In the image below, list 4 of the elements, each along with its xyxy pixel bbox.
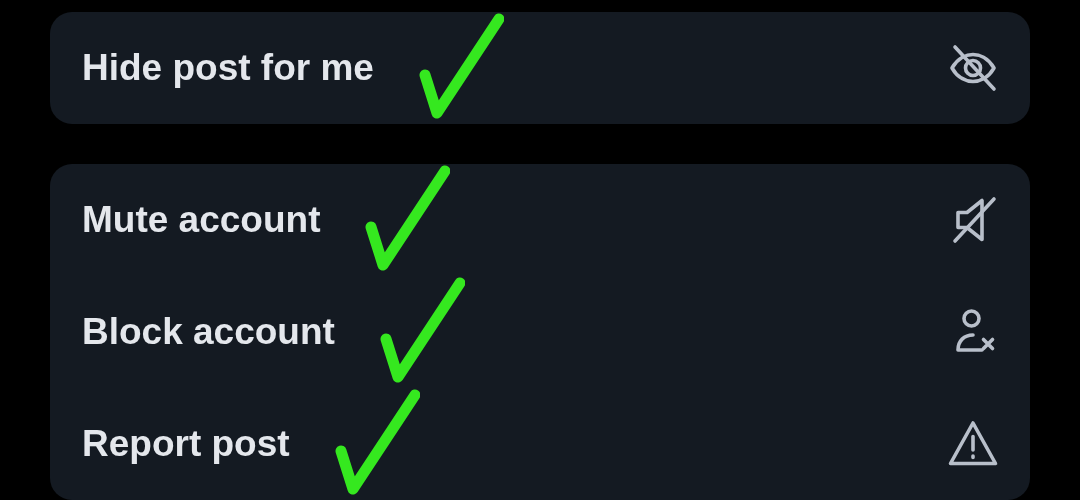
- menu-item-label[interactable]: Mute account: [82, 192, 321, 248]
- menu-item-label[interactable]: Hide post for me: [82, 40, 374, 96]
- menu-item-label[interactable]: Report post: [82, 416, 290, 472]
- menu-item-label[interactable]: Block account: [82, 304, 335, 360]
